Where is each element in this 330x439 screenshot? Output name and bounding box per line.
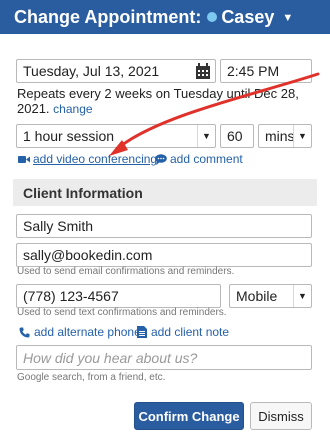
client-name-field[interactable]: Sally Smith	[16, 214, 312, 238]
phone-type-select[interactable]: Mobile ▼	[229, 284, 312, 308]
confirm-change-button[interactable]: Confirm Change	[134, 402, 244, 430]
repeat-info: Repeats every 2 weeks on Tuesday until D…	[17, 86, 317, 117]
add-video-conferencing[interactable]: add video conferencing	[18, 152, 157, 166]
email-value: sally@bookedin.com	[23, 247, 153, 263]
add-comment[interactable]: add comment	[155, 152, 243, 166]
section-title: Client Information	[23, 184, 143, 201]
client-status-dot	[207, 12, 218, 22]
add-alternate-phone-link[interactable]: add alternate phone	[34, 325, 141, 339]
modal-header: Change Appointment: Casey ▼	[0, 0, 330, 34]
duration-unit-value: mins	[265, 128, 295, 144]
client-information-heading: Client Information	[13, 179, 317, 206]
video-camera-icon	[18, 155, 30, 163]
duration-input[interactable]: 60	[220, 124, 254, 148]
duration-unit-select[interactable]: mins ▼	[258, 124, 312, 148]
date-value: Tuesday, Jul 13, 2021	[23, 63, 160, 79]
client-name-value: Sally Smith	[23, 218, 94, 234]
referral-input[interactable]: How did you hear about us?	[16, 345, 312, 370]
time-value: 2:45 PM	[227, 63, 280, 79]
duration-value: 60	[227, 128, 243, 144]
note-icon	[137, 326, 147, 338]
phone-field[interactable]: (778) 123-4567	[16, 284, 221, 308]
change-repeat-link[interactable]: change	[53, 102, 92, 116]
modal-title: Change Appointment:	[14, 6, 202, 27]
email-field[interactable]: sally@bookedin.com	[16, 243, 312, 267]
add-alternate-phone[interactable]: add alternate phone	[19, 325, 141, 339]
comment-icon	[155, 153, 167, 165]
add-client-note-link[interactable]: add client note	[151, 325, 229, 339]
session-type-select[interactable]: 1 hour session ▼	[16, 124, 216, 148]
referral-hint: Google search, from a friend, etc.	[17, 372, 166, 383]
phone-type-value: Mobile	[236, 288, 278, 304]
referral-placeholder: How did you hear about us?	[23, 349, 198, 366]
phone-hint: Used to send text confirmations and remi…	[17, 307, 227, 318]
chevron-down-icon: ▼	[197, 125, 215, 147]
email-hint: Used to send email confirmations and rem…	[17, 266, 235, 277]
dismiss-button[interactable]: Dismiss	[250, 402, 312, 430]
date-field[interactable]: Tuesday, Jul 13, 2021	[16, 59, 216, 83]
calendar-icon[interactable]	[195, 63, 211, 80]
add-video-conferencing-link[interactable]: add video conferencing	[33, 152, 157, 166]
chevron-down-icon: ▼	[293, 285, 311, 307]
phone-value: (778) 123-4567	[23, 288, 119, 304]
add-comment-link[interactable]: add comment	[170, 152, 243, 166]
session-type-value: 1 hour session	[23, 128, 115, 144]
client-name[interactable]: Casey	[221, 7, 274, 28]
phone-icon	[19, 327, 30, 337]
chevron-down-icon: ▼	[293, 125, 311, 147]
time-field[interactable]: 2:45 PM	[220, 59, 312, 83]
chevron-down-icon[interactable]: ▼	[282, 12, 293, 24]
add-client-note[interactable]: add client note	[137, 325, 229, 339]
